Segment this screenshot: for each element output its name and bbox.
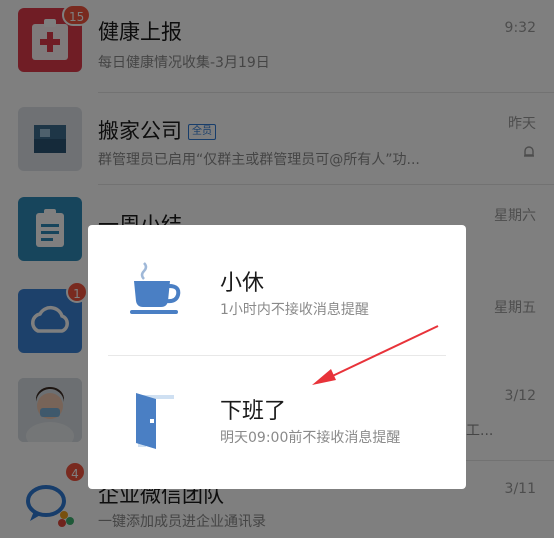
dialog-divider xyxy=(108,355,446,356)
coffee-cup-icon xyxy=(126,257,186,317)
off-work-option[interactable]: 下班了 明天09:00前不接收消息提醒 xyxy=(88,357,466,485)
status-dialog: 小休 1小时内不接收消息提醒 下班了 明天09:00前不接收消息提醒 xyxy=(88,225,466,489)
door-exit-icon xyxy=(126,391,186,451)
option-title: 下班了 xyxy=(220,399,287,424)
option-description: 1小时内不接收消息提醒 xyxy=(220,302,369,318)
short-break-option[interactable]: 小休 1小时内不接收消息提醒 xyxy=(88,225,466,353)
option-title: 小休 xyxy=(220,271,265,296)
option-description: 明天09:00前不接收消息提醒 xyxy=(220,430,401,446)
